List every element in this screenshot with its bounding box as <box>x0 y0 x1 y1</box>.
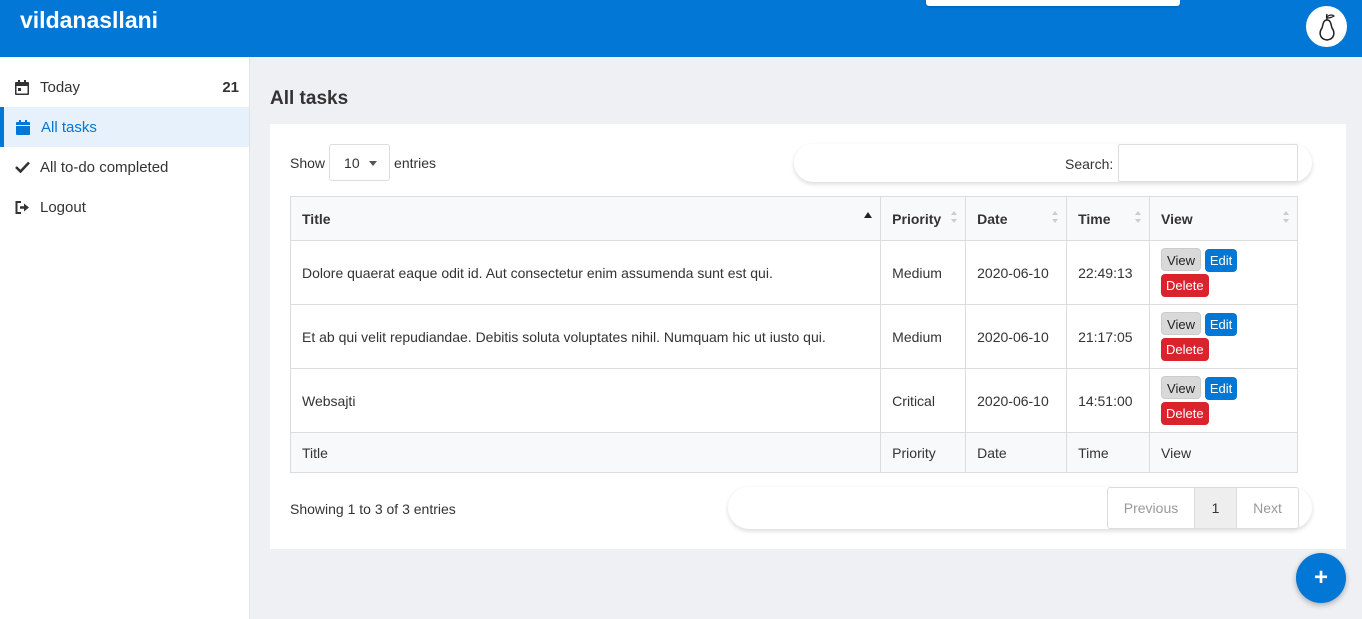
show-label: Show <box>290 154 326 171</box>
view-button[interactable]: View <box>1161 376 1201 399</box>
pagination: Previous 1 Next <box>1107 487 1299 529</box>
edit-button[interactable]: Edit <box>1204 313 1238 336</box>
sort-icon <box>1283 211 1289 223</box>
table-row: Et ab qui velit repudiandae. Debitis sol… <box>289 304 1298 369</box>
footer-view: View <box>1149 432 1298 473</box>
cell-priority: Critical <box>880 368 967 433</box>
footer-priority: Priority <box>880 432 967 473</box>
column-header-date[interactable]: Date <box>965 196 1068 241</box>
table-header-row: Title Priority Date Time View <box>289 196 1298 241</box>
page-1-button[interactable]: 1 <box>1195 488 1237 528</box>
sidebar-item-today[interactable]: Today 21 <box>0 67 249 107</box>
top-bar: vildanasllani <box>0 0 1362 57</box>
page-title: All tasks <box>270 88 349 109</box>
avatar[interactable] <box>1306 6 1347 47</box>
sidebar-item-label: Logout <box>40 198 86 216</box>
cell-priority: Medium <box>880 240 967 305</box>
entries-label: entries <box>394 154 437 171</box>
tasks-table: Title Priority Date Time View Dolore qua… <box>289 196 1298 473</box>
length-control: Show 10 entries <box>290 144 436 181</box>
edit-button[interactable]: Edit <box>1204 249 1238 272</box>
column-header-time[interactable]: Time <box>1066 196 1151 241</box>
sign-out-icon <box>14 199 30 215</box>
sidebar-item-all-tasks[interactable]: All tasks <box>0 107 249 147</box>
cell-title: Dolore quaerat eaque odit id. Aut consec… <box>289 240 882 305</box>
cell-actions: View Edit Delete <box>1149 240 1298 305</box>
cell-time: 21:17:05 <box>1066 304 1151 369</box>
cell-time: 14:51:00 <box>1066 368 1151 433</box>
column-header-priority[interactable]: Priority <box>880 196 967 241</box>
sort-icon <box>1135 211 1142 223</box>
table-row: Dolore quaerat eaque odit id. Aut consec… <box>289 240 1298 305</box>
next-button[interactable]: Next <box>1237 488 1298 528</box>
cell-actions: View Edit Delete <box>1149 304 1298 369</box>
previous-button[interactable]: Previous <box>1108 488 1195 528</box>
edit-button[interactable]: Edit <box>1204 377 1238 400</box>
delete-button[interactable]: Delete <box>1161 338 1209 361</box>
column-header-view[interactable]: View <box>1149 196 1298 241</box>
chevron-down-icon <box>369 161 378 166</box>
sidebar-item-label: Today <box>40 78 81 96</box>
view-button[interactable]: View <box>1161 248 1201 271</box>
table-info: Showing 1 to 3 of 3 entries <box>290 501 456 517</box>
cell-time: 22:49:13 <box>1066 240 1151 305</box>
search-input[interactable] <box>1118 144 1298 182</box>
table-footer-row: Title Priority Date Time View <box>289 432 1298 473</box>
sidebar: Today 21 All tasks All to-do completed L… <box>0 57 250 619</box>
footer-title: Title <box>289 432 882 473</box>
today-count-badge: 21 <box>222 78 239 96</box>
column-header-title[interactable]: Title <box>289 196 882 241</box>
delete-button[interactable]: Delete <box>1161 274 1209 297</box>
calendar-icon <box>15 119 31 135</box>
brand-title[interactable]: vildanasllani <box>20 7 158 34</box>
dropdown-panel-edge <box>926 0 1180 6</box>
view-button[interactable]: View <box>1161 312 1201 335</box>
entries-select-value: 10 <box>344 154 360 171</box>
calendar-day-icon <box>14 79 30 95</box>
cell-title: Et ab qui velit repudiandae. Debitis sol… <box>289 304 882 369</box>
pear-icon <box>1318 13 1335 41</box>
cell-title: Websajti <box>289 368 882 433</box>
cell-priority: Medium <box>880 304 967 369</box>
add-task-button[interactable]: + <box>1296 553 1346 603</box>
sidebar-item-logout[interactable]: Logout <box>0 187 249 227</box>
sort-asc-icon <box>864 212 873 218</box>
search-label: Search: <box>1065 156 1114 172</box>
sidebar-item-label: All tasks <box>41 118 97 136</box>
cell-date: 2020-06-10 <box>965 304 1068 369</box>
sort-icon <box>1052 211 1059 223</box>
sidebar-item-completed[interactable]: All to-do completed <box>0 147 249 187</box>
table-row: Websajti Critical 2020-06-10 14:51:00 Vi… <box>289 368 1298 433</box>
tasks-card: Show 10 entries Search: Title Priority D… <box>270 124 1346 549</box>
check-icon <box>14 159 30 175</box>
sidebar-item-label: All to-do completed <box>40 158 169 176</box>
delete-button[interactable]: Delete <box>1161 402 1209 425</box>
cell-date: 2020-06-10 <box>965 240 1068 305</box>
sort-icon <box>951 211 958 223</box>
footer-date: Date <box>965 432 1068 473</box>
pagination-bar: Previous 1 Next <box>728 487 1312 529</box>
cell-actions: View Edit Delete <box>1149 368 1298 433</box>
footer-time: Time <box>1066 432 1151 473</box>
cell-date: 2020-06-10 <box>965 368 1068 433</box>
search-bar: Search: <box>794 144 1312 182</box>
entries-select[interactable]: 10 <box>329 144 391 181</box>
